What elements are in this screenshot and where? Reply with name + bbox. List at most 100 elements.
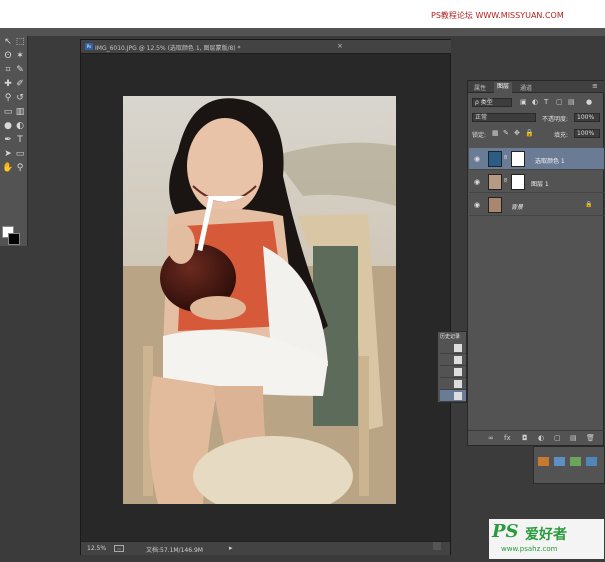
lock-pixels-icon[interactable]: ✎	[503, 129, 509, 137]
link-layers-icon[interactable]: ∞	[488, 434, 494, 442]
layer-style-icon[interactable]: fx	[504, 434, 511, 442]
blur-icon[interactable]: ●	[2, 120, 14, 132]
image-panel-icon[interactable]	[586, 457, 597, 466]
crop-icon[interactable]: ⌗	[2, 64, 14, 76]
panel-menu-icon[interactable]: ≡	[592, 82, 598, 90]
blend-mode-select[interactable]: 正常	[472, 113, 536, 122]
photo-image	[123, 96, 396, 504]
history-item-active[interactable]	[440, 390, 466, 402]
layer-mask-thumb[interactable]	[511, 151, 525, 167]
history-item[interactable]	[440, 366, 466, 378]
filter-toggle-icon[interactable]: ●	[586, 98, 592, 106]
close-icon[interactable]: ×	[337, 42, 343, 50]
history-state-icon	[454, 392, 462, 400]
eraser-icon[interactable]: ▭	[2, 106, 14, 118]
mini-panel	[533, 446, 605, 484]
eye-icon[interactable]: ◉	[474, 155, 480, 163]
layer-row-pixel[interactable]: ◉ 8 图层 1	[469, 171, 604, 193]
psd-file-icon: Ps	[85, 43, 93, 50]
history-state-icon	[454, 368, 462, 376]
lock-position-icon[interactable]: ✥	[514, 129, 520, 137]
layer-row-adjustment[interactable]: ◉ 8 选取颜色 1	[469, 148, 604, 170]
options-bar	[0, 28, 605, 36]
ps-logo: PS	[492, 521, 519, 542]
trash-icon[interactable]: 🗑	[586, 434, 595, 442]
eyedropper-icon[interactable]: ✎	[14, 64, 26, 76]
background-color-swatch[interactable]	[8, 233, 20, 245]
history-state-icon	[454, 344, 462, 352]
type-icon[interactable]: T	[14, 134, 26, 146]
tab-layers[interactable]: 图层	[494, 82, 513, 93]
pen-icon[interactable]: ✒	[2, 134, 14, 146]
layers-panel-footer: ∞ fx ◘ ◐ ▢ ▤ 🗑	[468, 430, 604, 446]
healing-brush-icon[interactable]: ✚	[2, 78, 14, 90]
tab-channels[interactable]: 通道	[520, 83, 532, 92]
zoom-level[interactable]: 12.5%	[87, 545, 106, 552]
panel-tabs: 属性 图层 通道 ≡	[468, 81, 604, 93]
adjustment-thumb	[488, 151, 502, 167]
site-name: 爱好者	[525, 527, 567, 543]
fill-label: 填充:	[554, 132, 569, 139]
history-panel: 历史记录	[437, 331, 467, 403]
new-adjustment-icon[interactable]: ◐	[538, 434, 544, 442]
new-layer-icon[interactable]: ▤	[570, 434, 577, 442]
scrollbar-corner[interactable]	[433, 542, 441, 550]
opacity-input[interactable]: 100%	[574, 113, 600, 122]
history-title[interactable]: 历史记录	[440, 333, 460, 340]
filter-row: ρ 类型 ▣ ◐ T ▢ ▤ ●	[468, 96, 604, 110]
brush-icon[interactable]: ✐	[14, 78, 26, 90]
zoom-icon[interactable]: ⚲	[14, 162, 26, 174]
filter-pixel-icon[interactable]: ▣	[520, 98, 527, 106]
filter-kind-select[interactable]: ρ 类型	[472, 98, 512, 107]
tab-properties[interactable]: 属性	[474, 83, 486, 92]
path-select-icon[interactable]: ➤	[2, 148, 14, 160]
layers-panel: 属性 图层 通道 ≡ ρ 类型 ▣ ◐ T ▢ ▤ ● 正常 不透明度: 100…	[467, 80, 604, 446]
photoshop-app: PS教程论坛 WWW.MISSYUAN.COM ↖ ⬚ ʘ ✶ ⌗ ✎ ✚ ✐ …	[0, 0, 605, 562]
history-item[interactable]	[440, 354, 466, 366]
filter-shape-icon[interactable]: ▢	[556, 98, 563, 106]
history-brush-icon[interactable]: ↺	[14, 92, 26, 104]
stamp-icon[interactable]: ⚲	[2, 92, 14, 104]
fill-input[interactable]: 100%	[574, 129, 600, 138]
link-icon[interactable]: 8	[504, 155, 507, 161]
layer-name: 图层 1	[531, 181, 549, 188]
status-arrow-icon[interactable]: ▸	[229, 544, 233, 552]
link-icon[interactable]: 8	[504, 178, 507, 184]
filter-adjust-icon[interactable]: ◐	[532, 98, 538, 106]
history-item[interactable]	[440, 378, 466, 390]
filter-type-icon[interactable]: T	[544, 98, 548, 106]
status-menu-icon[interactable]: ▭	[114, 545, 124, 552]
history-state-icon	[454, 380, 462, 388]
lock-all-icon[interactable]: 🔒	[525, 129, 534, 137]
layer-row-background[interactable]: ◉ 背景 🔒	[469, 194, 604, 216]
add-mask-icon[interactable]: ◘	[522, 434, 528, 442]
lock-transparent-icon[interactable]: ▦	[492, 129, 499, 137]
lasso-icon[interactable]: ʘ	[2, 50, 14, 62]
move-icon[interactable]: ↖	[2, 36, 14, 48]
watermark-bottom: PS 爱好者 www.psahz.com	[489, 519, 604, 559]
image-panel-icon[interactable]	[570, 457, 581, 466]
hand-icon[interactable]: ✋	[2, 162, 14, 174]
layer-mask-thumb[interactable]	[511, 174, 525, 190]
eye-icon[interactable]: ◉	[474, 178, 480, 186]
magic-wand-icon[interactable]: ✶	[14, 50, 26, 62]
status-bar: 12.5% ▭ 文档:57.1M/146.9M ▸	[81, 541, 450, 555]
document-size: 文档:57.1M/146.9M	[146, 547, 203, 554]
filter-smart-icon[interactable]: ▤	[568, 98, 575, 106]
tools-panel: ↖ ⬚ ʘ ✶ ⌗ ✎ ✚ ✐ ⚲ ↺ ▭ ▥ ● ◐ ✒ T ➤ ▭ ✋ ⚲	[0, 36, 28, 246]
swatch-panel-icon[interactable]	[538, 457, 549, 466]
new-group-icon[interactable]: ▢	[554, 434, 561, 442]
lock-label: 锁定:	[472, 132, 487, 139]
marquee-icon[interactable]: ⬚	[14, 36, 26, 48]
layer-name: 背景	[511, 204, 524, 211]
layer-thumb	[488, 197, 502, 213]
dodge-icon[interactable]: ◐	[14, 120, 26, 132]
canvas-photo[interactable]	[123, 96, 396, 504]
image-panel-icon[interactable]	[554, 457, 565, 466]
shape-icon[interactable]: ▭	[14, 148, 26, 160]
history-item[interactable]	[440, 342, 466, 354]
document-window: Ps IMG_6010.JPG @ 12.5% (选取颜色 1, 图层蒙版/8)…	[80, 39, 451, 555]
document-tab[interactable]: Ps IMG_6010.JPG @ 12.5% (选取颜色 1, 图层蒙版/8)…	[81, 40, 451, 54]
eye-icon[interactable]: ◉	[474, 201, 480, 209]
gradient-icon[interactable]: ▥	[14, 106, 26, 118]
